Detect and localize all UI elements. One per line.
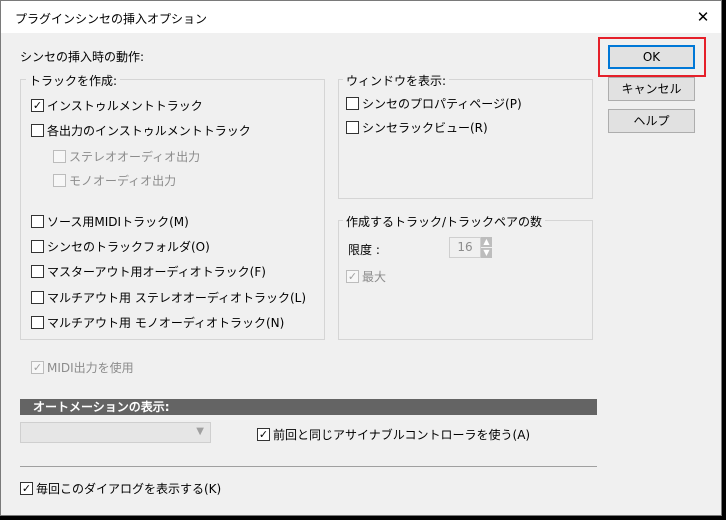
use-midi-output-check-icon: [31, 361, 44, 374]
per-output-instrument-label: 各出力のインストゥルメントトラック: [47, 124, 251, 138]
automation-section-header: オートメーションの表示:: [20, 399, 597, 415]
dialog-title: プラグインシンセの挿入オプション: [15, 12, 208, 26]
source-midi-track-label: ソース用MIDIトラック(M): [47, 215, 189, 229]
multi-out-mono-label: マルチアウト用 モノオーディオトラック(N): [47, 316, 285, 330]
synth-rack-view-check-icon[interactable]: [346, 121, 359, 134]
max-label: 最大: [362, 270, 387, 284]
create-tracks-label: トラックを作成:: [26, 72, 121, 89]
title-bar[interactable]: プラグインシンセの挿入オプション ✕: [1, 1, 721, 33]
close-icon[interactable]: ✕: [685, 1, 721, 33]
same-assignable-label: 前回と同じアサイナブルコントローラを使う(A): [273, 428, 531, 442]
synth-property-page-label: シンセのプロパティページ(P): [362, 97, 522, 111]
limit-spinbox: 16: [449, 237, 481, 258]
automation-dropdown: ▼: [20, 422, 211, 443]
show-dialog-every-time-check-icon[interactable]: [20, 482, 33, 495]
chevron-down-icon: ▼: [196, 426, 204, 437]
instrument-track-check-icon[interactable]: [31, 99, 44, 112]
synth-property-page-checkbox[interactable]: シンセのプロパティページ(P): [346, 95, 522, 112]
mono-audio-out-label: モノオーディオ出力: [69, 174, 177, 188]
show-window-label: ウィンドウを表示:: [343, 72, 450, 89]
synth-track-folder-checkbox[interactable]: シンセのトラックフォルダ(O): [31, 238, 210, 255]
synth-track-folder-label: シンセのトラックフォルダ(O): [47, 240, 210, 254]
multi-out-mono-check-icon[interactable]: [31, 316, 44, 329]
track-pairs-label: 作成するトラック/トラックペアの数: [343, 213, 546, 230]
multi-out-mono-checkbox[interactable]: マルチアウト用 モノオーディオトラック(N): [31, 314, 284, 331]
synth-track-folder-check-icon[interactable]: [31, 240, 44, 253]
mono-audio-out-checkbox: モノオーディオ出力: [53, 172, 176, 189]
help-button[interactable]: ヘルプ: [608, 109, 695, 133]
multi-out-stereo-checkbox[interactable]: マルチアウト用 ステレオオーディオトラック(L): [31, 289, 306, 306]
max-check-icon: [346, 270, 359, 283]
insert-behavior-label: シンセの挿入時の動作:: [20, 50, 145, 64]
same-assignable-checkbox[interactable]: 前回と同じアサイナブルコントローラを使う(A): [257, 426, 530, 443]
per-output-instrument-check-icon[interactable]: [31, 124, 44, 137]
stereo-audio-out-checkbox: ステレオオーディオ出力: [53, 148, 200, 165]
divider: [20, 466, 597, 467]
stereo-audio-out-check-icon: [53, 150, 66, 163]
multi-out-stereo-check-icon[interactable]: [31, 291, 44, 304]
master-out-audio-check-icon[interactable]: [31, 265, 44, 278]
source-midi-track-check-icon[interactable]: [31, 215, 44, 228]
plugin-synth-insert-options-dialog: プラグインシンセの挿入オプション ✕ シンセの挿入時の動作: トラックを作成: …: [0, 0, 722, 516]
highlight-box: [598, 37, 706, 77]
stereo-audio-out-label: ステレオオーディオ出力: [69, 150, 201, 164]
source-midi-track-checkbox[interactable]: ソース用MIDIトラック(M): [31, 213, 189, 230]
show-dialog-every-time-checkbox[interactable]: 毎回このダイアログを表示する(K): [20, 480, 221, 497]
synth-rack-view-checkbox[interactable]: シンセラックビュー(R): [346, 119, 488, 136]
limit-spin-buttons: ▲ ▼: [481, 237, 492, 258]
show-dialog-every-time-label: 毎回このダイアログを表示する(K): [36, 482, 222, 496]
max-checkbox: 最大: [346, 268, 386, 285]
instrument-track-checkbox[interactable]: インストゥルメントトラック: [31, 97, 203, 114]
master-out-audio-label: マスターアウト用オーディオトラック(F): [47, 265, 266, 279]
multi-out-stereo-label: マルチアウト用 ステレオオーディオトラック(L): [47, 291, 307, 305]
synth-property-page-check-icon[interactable]: [346, 97, 359, 110]
spin-up-icon: ▲: [481, 237, 492, 247]
mono-audio-out-check-icon: [53, 174, 66, 187]
same-assignable-check-icon[interactable]: [257, 428, 270, 441]
use-midi-output-checkbox: MIDI出力を使用: [31, 359, 134, 376]
use-midi-output-label: MIDI出力を使用: [47, 361, 134, 375]
cancel-button[interactable]: キャンセル: [608, 77, 695, 101]
spin-down-icon: ▼: [481, 248, 492, 258]
limit-label: 限度 :: [348, 243, 380, 257]
per-output-instrument-checkbox[interactable]: 各出力のインストゥルメントトラック: [31, 122, 251, 139]
instrument-track-label: インストゥルメントトラック: [47, 99, 203, 113]
master-out-audio-checkbox[interactable]: マスターアウト用オーディオトラック(F): [31, 263, 266, 280]
synth-rack-view-label: シンセラックビュー(R): [362, 121, 488, 135]
